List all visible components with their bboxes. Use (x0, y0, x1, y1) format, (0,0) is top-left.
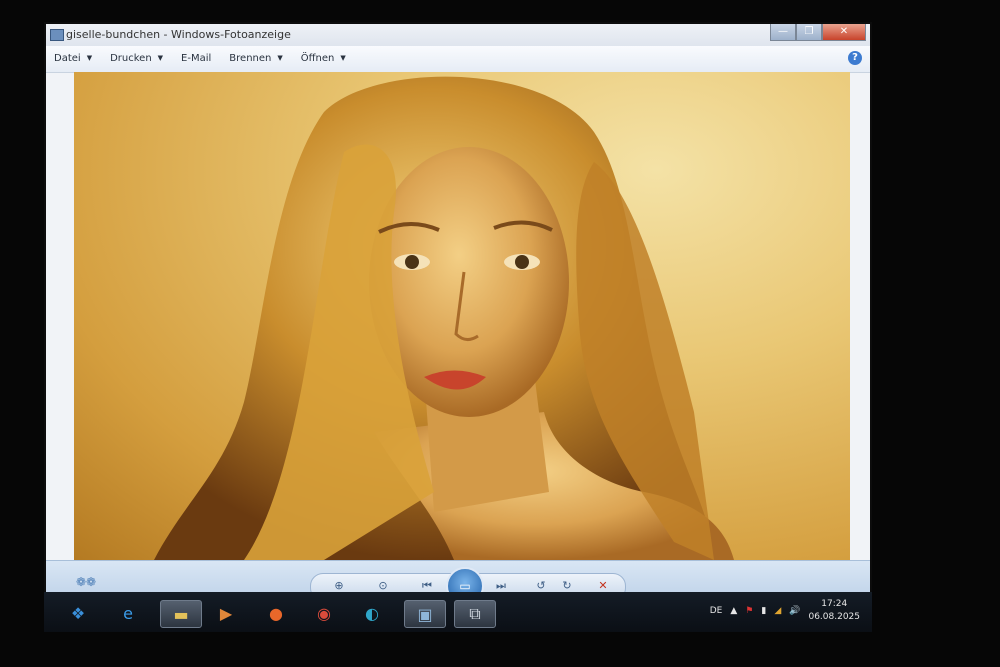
title-bar[interactable]: giselle-bundchen - Windows-Fotoanzeige —… (46, 24, 870, 46)
menu-item-label: Drucken (110, 53, 152, 64)
help-icon[interactable]: ? (848, 51, 862, 65)
media-player-icon[interactable]: ▶ (212, 600, 240, 626)
window-title: giselle-bundchen - Windows-Fotoanzeige (66, 28, 291, 41)
menu-bar: Datei ▼ Drucken ▼ E-Mail Brennen ▼ Öffnen ▼ ? (46, 46, 870, 73)
chrome-icon[interactable]: ◉ (310, 600, 338, 626)
menu-item-label: Brennen (229, 53, 272, 64)
flag-icon[interactable]: ⚑ (745, 606, 753, 616)
dropdown-arrow-icon: ▼ (86, 54, 93, 62)
clock[interactable]: 17:24 06.08.2025 (808, 598, 860, 624)
firefox-icon[interactable]: ● (262, 600, 290, 626)
window-controls: — ❐ ✕ (770, 24, 866, 41)
photo-viewer-window: giselle-bundchen - Windows-Fotoanzeige —… (46, 24, 870, 611)
menu-items: Datei ▼ Drucken ▼ E-Mail Brennen ▼ Öffnen ▼ (54, 53, 346, 64)
internet-explorer-icon[interactable]: e (114, 600, 142, 626)
minimize-button[interactable]: — (770, 24, 796, 41)
app-icon (50, 29, 64, 41)
menu-item-datei[interactable]: Datei ▼ (54, 53, 92, 64)
monitor-screen: giselle-bundchen - Windows-Fotoanzeige —… (44, 22, 872, 612)
battery-icon[interactable]: ▮ (761, 606, 766, 616)
menu-item-email[interactable]: E-Mail (181, 53, 211, 64)
photo-viewport (74, 72, 850, 560)
menu-item-öffnen[interactable]: Öffnen ▼ (301, 53, 346, 64)
network-app-icon[interactable]: ⧉ (454, 600, 496, 628)
brand-logo: ❁❁ (76, 575, 97, 589)
menu-item-label: Öffnen (300, 53, 335, 64)
close-button[interactable]: ✕ (822, 24, 866, 41)
portrait-photo (154, 76, 734, 560)
network-icon[interactable]: ◢ (774, 606, 781, 616)
menu-item-drucken[interactable]: Drucken ▼ (110, 53, 163, 64)
clock-time: 17:24 (821, 599, 848, 609)
photo-viewer-icon[interactable]: ▣ (404, 600, 446, 628)
menu-item-label: E-Mail (181, 53, 212, 64)
menu-item-label: Datei (54, 53, 81, 64)
dropdown-arrow-icon: ▼ (157, 54, 164, 62)
volume-icon[interactable]: 🔊 (789, 606, 800, 616)
dropdown-arrow-icon: ▼ (277, 54, 283, 62)
maximize-button[interactable]: ❐ (796, 24, 822, 41)
file-explorer-icon[interactable]: ▬ (160, 600, 202, 628)
menu-item-brennen[interactable]: Brennen ▼ (229, 53, 282, 64)
dropdown-arrow-icon: ▼ (340, 54, 346, 62)
clock-date: 06.08.2025 (808, 612, 860, 622)
tray-expand-icon[interactable]: ▲ (730, 606, 737, 616)
edge-icon[interactable]: ◐ (358, 600, 386, 626)
taskbar: ❖ e ▬ ▶ ● ◉ ◐ ▣ ⧉ DE ▲ ⚑ ▮ ◢ 🔊 17:24 06.08.2025 (44, 592, 872, 632)
start-icon[interactable]: ❖ (64, 600, 92, 626)
language-indicator[interactable]: DE (710, 606, 723, 616)
system-tray: DE ▲ ⚑ ▮ ◢ 🔊 17:24 06.08.2025 (710, 598, 860, 624)
